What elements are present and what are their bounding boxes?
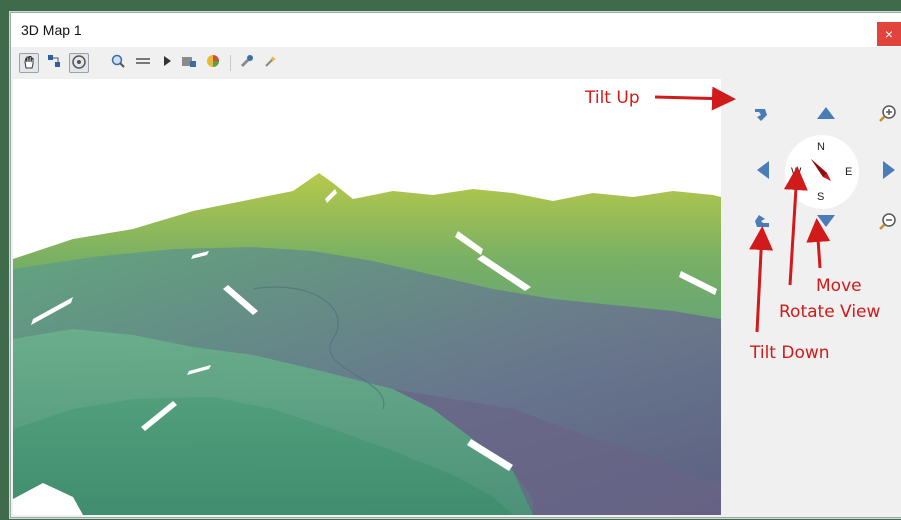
map-themes-icon[interactable] [203,53,223,73]
arrow-up-icon [817,107,835,119]
arrow-right-icon [883,161,895,179]
tilt-up-icon [755,109,767,121]
zoom-full-icon[interactable] [108,53,128,73]
move-down-button[interactable] [815,211,837,233]
arrow-left-icon [757,161,769,179]
identify-icon[interactable] [44,53,64,73]
zoom-out-button[interactable] [877,211,899,233]
3d-map-window: 3D Map 1 × N S E W [10,12,901,518]
move-left-button[interactable] [753,159,775,181]
tilt-down-button[interactable] [751,211,773,233]
navigation-panel: N S E W [721,79,901,515]
zoom-in-button[interactable] [877,103,899,125]
zoom-out-icon [879,213,896,230]
toolbar-separator [230,55,231,71]
compass-needle-icon [811,159,831,181]
rotate-view-annotation: Rotate View [779,302,881,322]
measure-line-icon[interactable] [133,53,153,73]
arrow-down-icon [817,215,835,227]
title-bar: 3D Map 1 × [11,13,901,47]
window-title: 3D Map 1 [21,22,82,38]
save-image-icon[interactable] [179,53,199,73]
terrain-render [13,79,721,515]
close-button[interactable]: × [877,22,901,46]
move-up-button[interactable] [815,103,837,125]
tilt-down-icon [755,215,769,227]
tilt-up-button[interactable] [751,103,773,125]
options-icon[interactable] [237,53,257,73]
rotate-view-compass[interactable]: N S E W [785,135,859,209]
tilt-down-annotation: Tilt Down [750,343,830,363]
move-annotation: Move [816,276,862,296]
tilt-up-annotation: Tilt Up [585,88,640,108]
3d-map-canvas[interactable] [13,79,721,515]
camera-rotate-icon[interactable] [69,53,89,73]
toolbar [11,49,901,77]
play-animation-icon[interactable] [157,53,177,73]
effects-icon[interactable] [261,53,281,73]
move-right-button[interactable] [877,159,899,181]
zoom-in-icon [879,105,896,122]
pan-hand-icon[interactable] [19,53,39,73]
